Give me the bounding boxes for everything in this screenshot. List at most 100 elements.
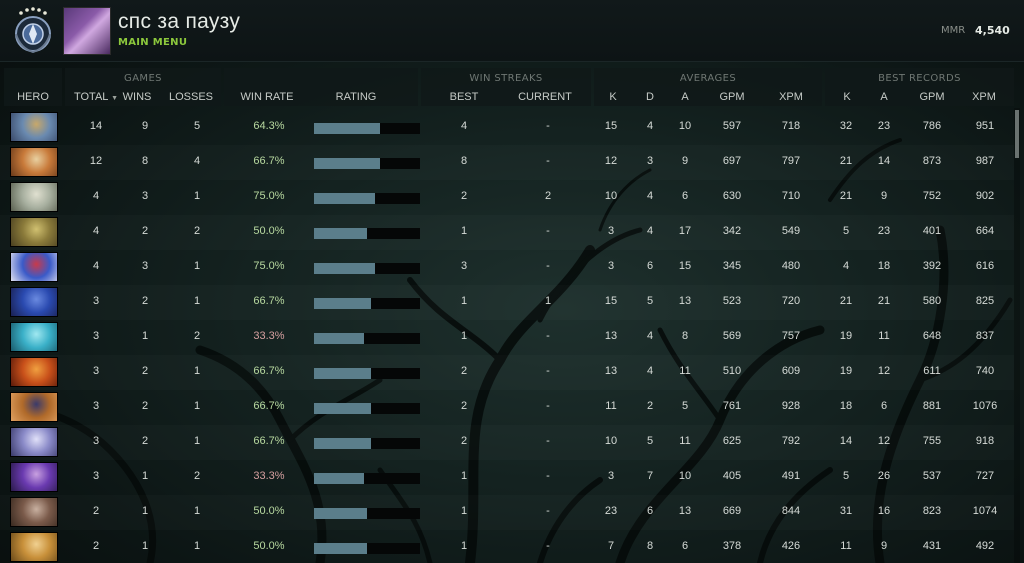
wins-cell: 8 [141,155,149,167]
losses-cell: 5 [193,120,201,132]
record-kills-cell: 21 [839,155,853,167]
hero-portrait[interactable] [10,112,58,142]
win-rate-cell: 33.3% [253,330,285,342]
col-rec-xpm[interactable]: XPM [966,91,1002,103]
hero-portrait[interactable] [10,427,58,457]
losses-cell: 2 [193,225,201,237]
best-streak-cell: 1 [460,225,468,237]
record-kills-cell: 31 [839,505,853,517]
win-rate-cell: 66.7% [253,295,285,307]
table-row[interactable]: 14 9 5 64.3% 4 - 15 4 10 597 718 32 23 786 951 [0,110,1014,145]
total-games-cell: 3 [92,435,100,447]
record-kills-cell: 5 [842,225,850,237]
best-streak-cell: 4 [460,120,468,132]
hero-portrait[interactable] [10,147,58,177]
avg-deaths-cell: 5 [646,295,654,307]
table-row[interactable]: 3 2 1 66.7% 2-13 4 11 510 609 19 12 611 740 [0,355,1014,390]
record-xpm-cell: 837 [975,330,995,342]
best-streak-cell: 1 [460,470,468,482]
table-row[interactable]: 12 8 4 66.7% 8 - 12 3 9 697 797 21 14 873 987 [0,145,1014,180]
record-gpm-cell: 823 [922,505,942,517]
col-avg-xpm[interactable]: XPM [773,91,809,103]
avg-kills-cell: 3 [607,260,615,272]
record-gpm-cell: 648 [922,330,942,342]
record-xpm-cell: 951 [975,120,995,132]
table-row[interactable]: 3 1 2 33.3% 1 - 3 7 10 405 491 5 26 537 727 [0,460,1014,495]
record-gpm-cell: 392 [922,260,942,272]
avg-xpm-cell: 549 [781,225,801,237]
rating-bar-fill [314,298,372,309]
col-wins[interactable]: WINS [120,91,154,103]
avg-deaths-cell: 2 [646,400,654,412]
col-streak-current[interactable]: CURRENT [512,91,578,103]
col-win-rate[interactable]: WIN RATE [238,91,296,103]
rank-medal-icon [15,7,51,54]
avg-gpm-cell: 669 [722,505,742,517]
table-row[interactable]: 4 2 2 50.0% 1 - 3 4 17 342 549 5 23 401 664 [0,215,1014,250]
col-rating[interactable]: RATING [325,91,387,103]
col-avg-a[interactable]: A [673,91,697,103]
hero-portrait[interactable] [10,532,58,562]
table-row[interactable]: 3 2 1 66.7% 1 1 15 5 13 523 720 21 21 580 825 [0,285,1014,320]
hero-portrait[interactable] [10,462,58,492]
record-kills-cell: 18 [839,400,853,412]
rating-bar [314,403,420,414]
hero-portrait[interactable] [10,287,58,317]
rating-bar-fill [314,473,364,484]
scrollbar-thumb[interactable] [1015,110,1019,158]
col-rec-gpm[interactable]: GPM [914,91,950,103]
main-menu-link[interactable]: MAIN MENU [118,37,187,48]
avg-assists-cell: 10 [678,470,692,482]
avg-deaths-cell: 8 [646,540,654,552]
wins-cell: 1 [141,540,149,552]
hero-portrait[interactable] [10,217,58,247]
avg-gpm-cell: 569 [722,330,742,342]
rating-bar [314,228,420,239]
player-avatar[interactable] [63,7,111,55]
table-row[interactable]: 2 1 1 50.0% 1-7 8 6 378 426 11 9 431 492 [0,530,1014,563]
table-row[interactable]: 3 1 2 33.3% 1 - 13 4 8 569 757 19 11 648 837 [0,320,1014,355]
rating-bar [314,508,420,519]
total-games-cell: 12 [89,155,103,167]
col-avg-d[interactable]: D [638,91,662,103]
hero-portrait[interactable] [10,392,58,422]
col-rec-k[interactable]: K [835,91,859,103]
col-losses[interactable]: LOSSES [166,91,216,103]
col-avg-k[interactable]: K [601,91,625,103]
col-avg-gpm[interactable]: GPM [714,91,750,103]
col-streak-best[interactable]: BEST [440,91,488,103]
avg-kills-cell: 15 [604,295,618,307]
hero-portrait[interactable] [10,497,58,527]
wins-cell: 3 [141,260,149,272]
table-row[interactable]: 3 2 1 66.7% 2 - 10 5 11 625 792 14 12 755 918 [0,425,1014,460]
col-total[interactable]: TOTAL ▼ [70,91,122,103]
hero-portrait[interactable] [10,322,58,352]
wins-cell: 3 [141,190,149,202]
current-streak-cell: - [546,120,550,132]
table-row[interactable]: 4 3 1 75.0% 2 2 10 4 6 630 710 21 9 752 902 [0,180,1014,215]
table-row[interactable]: 4 3 1 75.0% 3 - 3 6 15 345 480 4 18 392 616 [0,250,1014,285]
hero-portrait[interactable] [10,182,58,212]
col-hero[interactable]: HERO [4,91,62,103]
avg-deaths-cell: 4 [646,365,654,377]
avg-kills-cell: 13 [604,330,618,342]
table-scrollbar[interactable] [1014,108,1020,563]
rating-bar [314,123,420,134]
record-assists-cell: 9 [880,540,888,552]
avg-xpm-cell: 792 [781,435,801,447]
current-streak-cell: - [546,330,550,342]
avg-gpm-cell: 630 [722,190,742,202]
wins-cell: 2 [141,400,149,412]
table-row[interactable]: 3 2 1 66.7% 2 - 11 2 5 761 928 18 6 881 1076 [0,390,1014,425]
record-assists-cell: 21 [877,295,891,307]
record-assists-cell: 6 [880,400,888,412]
current-streak-cell: - [546,260,550,272]
hero-portrait[interactable] [10,252,58,282]
win-rate-cell: 66.7% [253,155,285,167]
hero-portrait[interactable] [10,357,58,387]
col-rec-a[interactable]: A [872,91,896,103]
avg-assists-cell: 11 [679,435,691,447]
table-row[interactable]: 2 1 1 50.0% 1 - 23 6 13 669 844 31 16 823 1074 [0,495,1014,530]
win-rate-cell: 64.3% [253,120,285,132]
losses-cell: 1 [193,295,201,307]
